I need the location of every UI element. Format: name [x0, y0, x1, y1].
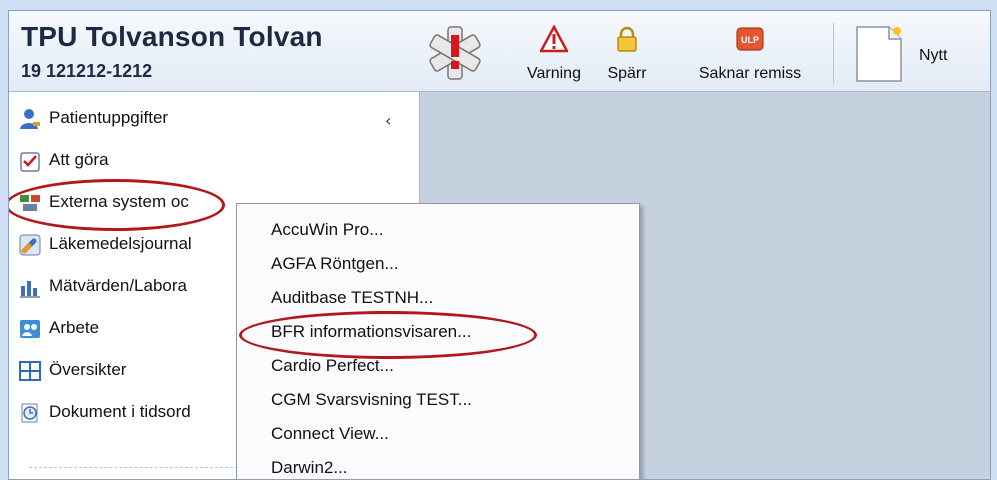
- lab-values-icon: [20, 281, 40, 298]
- menu-item-label: AGFA Röntgen...: [271, 254, 399, 273]
- menu-item-label: Darwin2...: [271, 458, 348, 477]
- lock-icon: [617, 26, 637, 52]
- patient-name: TPU Tolvanson Tolvan: [21, 21, 323, 52]
- sidebar-item-label: Mätvärden/Labora: [49, 276, 187, 295]
- warning-label: Varning: [527, 65, 581, 82]
- ulp-badge-text: ULP: [741, 35, 759, 45]
- menu-item[interactable]: AccuWin Pro...: [237, 214, 639, 248]
- sidebar-item-patientuppgifter[interactable]: Patientuppgifter ‹: [9, 98, 419, 138]
- external-systems-menu: AccuWin Pro... AGFA Röntgen... Auditbase…: [236, 203, 640, 479]
- patient-id: 19 121212-1212: [21, 61, 153, 81]
- checklist-icon: [20, 152, 40, 172]
- lock-label: Spärr: [607, 65, 647, 82]
- sidebar-item-label: Dokument i tidsord: [49, 402, 191, 421]
- missing-referral-button[interactable]: ULP Saknar remiss: [677, 19, 823, 87]
- medication-icon: [19, 234, 41, 256]
- menu-item-label: BFR informationsvisaren...: [271, 322, 472, 341]
- new-button-label[interactable]: Nytt: [919, 47, 947, 65]
- menu-item-label: Cardio Perfect...: [271, 356, 394, 375]
- new-document-icon[interactable]: [855, 25, 903, 83]
- app-window: TPU Tolvanson Tolvan 19 121212-1212 Varn…: [8, 10, 991, 480]
- sidebar-item-label: Översikter: [49, 360, 127, 379]
- external-systems-icon: [20, 195, 40, 211]
- menu-item-label: CGM Svarsvisning TEST...: [271, 390, 472, 409]
- menu-item-label: AccuWin Pro...: [271, 220, 384, 239]
- lock-button[interactable]: Spärr: [597, 19, 657, 87]
- sidebar-item-label: Arbete: [49, 318, 100, 337]
- toolbar-separator: [833, 23, 834, 83]
- menu-item[interactable]: Darwin2...: [237, 452, 639, 479]
- sidebar-item-label: Patientuppgifter: [49, 108, 169, 127]
- menu-item[interactable]: Connect View...: [237, 418, 639, 452]
- sidebar-item-label: Läkemedelsjournal: [49, 234, 192, 253]
- work-icon: [20, 320, 40, 338]
- menu-item-label: Auditbase TESTNH...: [271, 288, 434, 307]
- menu-item[interactable]: BFR informationsvisaren...: [237, 316, 639, 350]
- missing-referral-label: Saknar remiss: [698, 65, 802, 82]
- menu-item[interactable]: AGFA Röntgen...: [237, 248, 639, 282]
- warning-icon: [540, 25, 568, 53]
- patient-header: TPU Tolvanson Tolvan 19 121212-1212 Varn…: [9, 11, 990, 92]
- document-time-icon: [21, 403, 38, 423]
- ulp-icon: ULP: [736, 27, 764, 51]
- person-icon: [20, 109, 40, 129]
- overview-grid-icon: [19, 361, 41, 381]
- menu-item-label: Connect View...: [271, 424, 389, 443]
- menu-item[interactable]: CGM Svarsvisning TEST...: [237, 384, 639, 418]
- sidebar-item-label: Externa system oc: [49, 192, 189, 211]
- medical-alert-star-icon[interactable]: [427, 25, 483, 81]
- collapse-chevron-icon[interactable]: ‹: [385, 111, 391, 130]
- menu-item[interactable]: Cardio Perfect...: [237, 350, 639, 384]
- sidebar-item-label: Att göra: [49, 150, 109, 169]
- sidebar-item-att-gora[interactable]: Att göra: [9, 140, 419, 180]
- warning-button[interactable]: Varning: [519, 19, 589, 87]
- menu-item[interactable]: Auditbase TESTNH...: [237, 282, 639, 316]
